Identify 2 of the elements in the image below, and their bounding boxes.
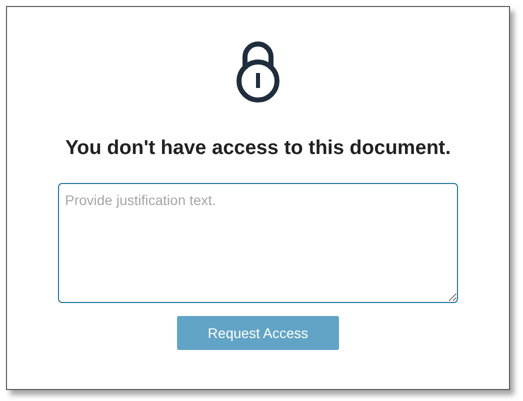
justification-field[interactable]: Provide justification text. (58, 183, 458, 303)
access-denied-heading: You don't have access to this document. (65, 136, 451, 161)
